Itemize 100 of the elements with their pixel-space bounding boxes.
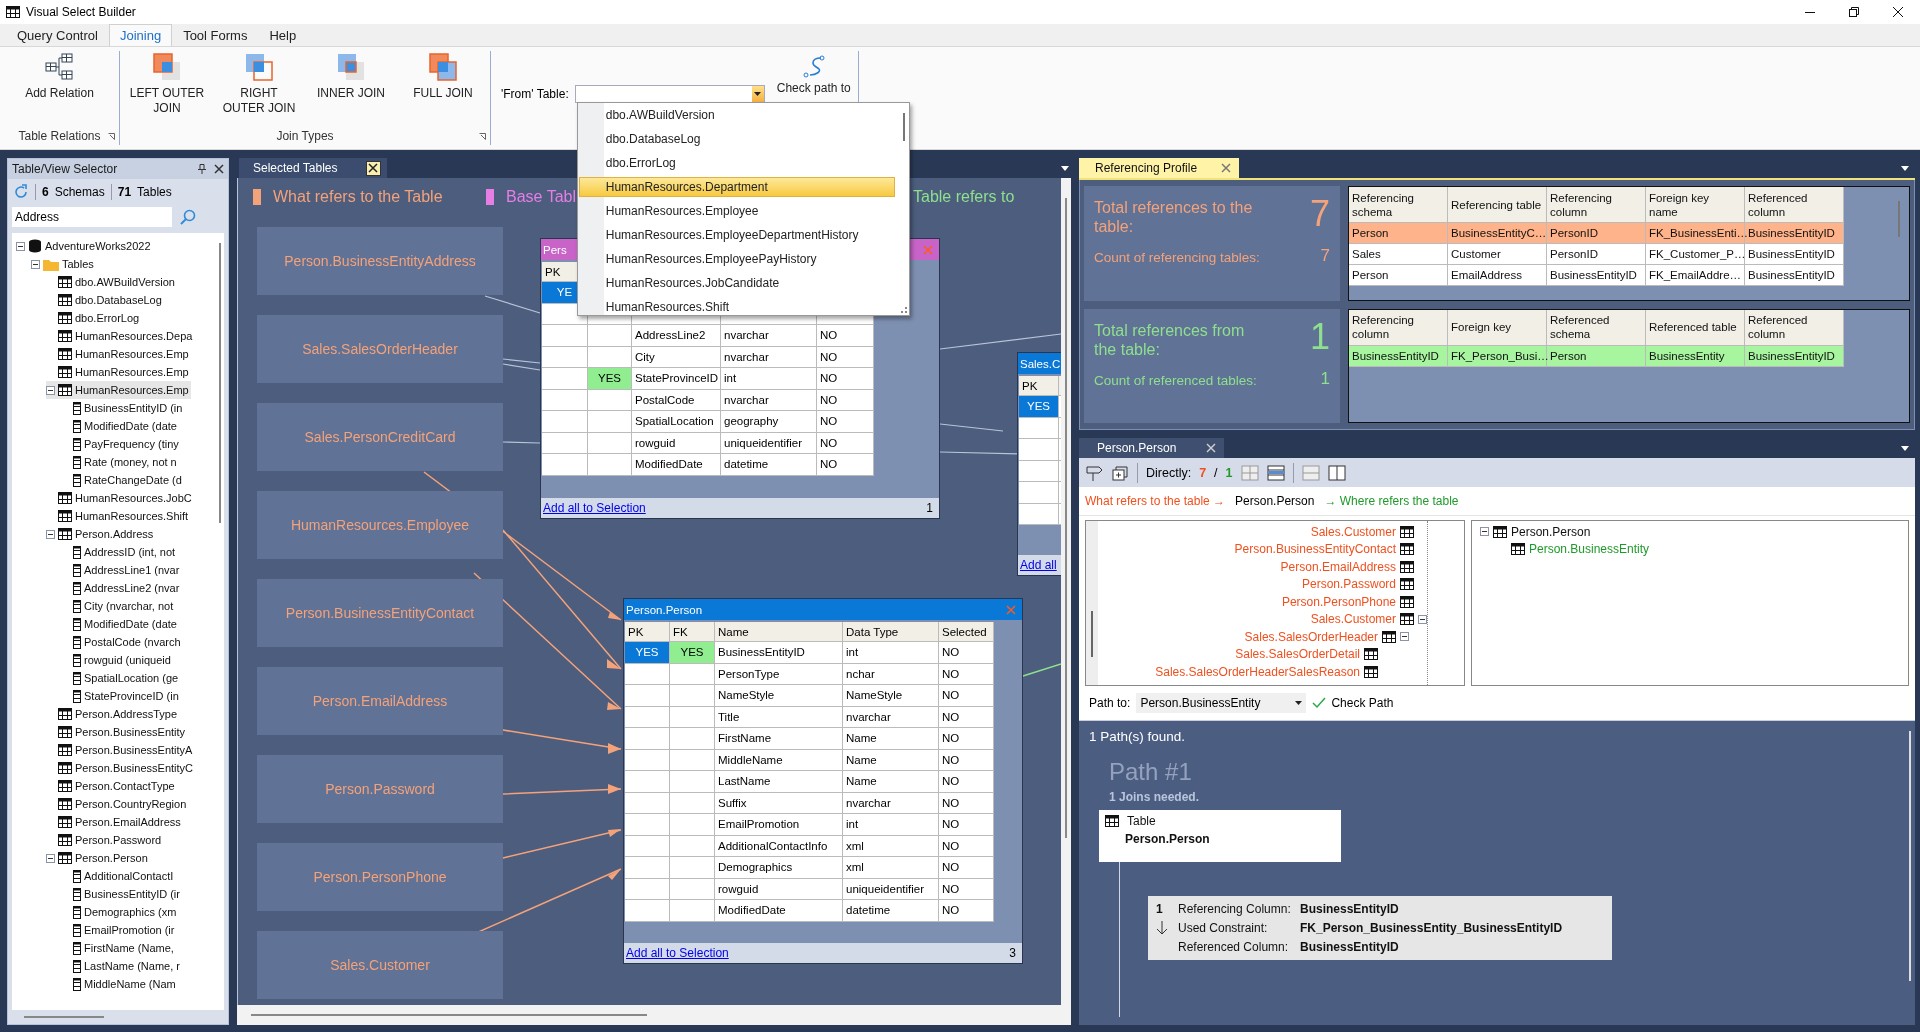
tree-item[interactable]: Person.ContactType <box>46 777 177 795</box>
ribbon-button[interactable]: INNER JOIN <box>311 51 391 127</box>
ribbon-button[interactable]: Add Relation <box>19 51 100 127</box>
tree-item[interactable]: Person.Password <box>46 831 164 849</box>
tree-item[interactable]: HumanResources.Shift <box>46 507 191 525</box>
refresh-icon[interactable] <box>13 184 29 200</box>
tree-item[interactable]: RateChangeDate (d <box>61 471 184 489</box>
tree-item[interactable]: Person.BusinessEntity <box>46 723 188 741</box>
document-tab[interactable]: Selected Tables <box>239 158 387 178</box>
tree-item[interactable]: Person.AddressType <box>46 705 180 723</box>
collapse-icon[interactable] <box>16 241 25 251</box>
caret-icon[interactable] <box>1295 701 1303 705</box>
tree-item[interactable]: AdditionalContactI <box>61 867 176 885</box>
tree-item[interactable]: MiddleName (Nam <box>61 975 178 993</box>
copy-icon[interactable] <box>1111 464 1129 481</box>
scroll-thumb[interactable] <box>1065 198 1067 838</box>
document-tab[interactable]: Referencing Profile <box>1079 158 1240 178</box>
tree-item[interactable]: AdventureWorks2022 <box>16 237 153 255</box>
tree-item[interactable]: Person.Person <box>1480 523 1900 541</box>
restore-icon[interactable] <box>1849 7 1859 17</box>
tree-item[interactable]: PostalCode (nvarch <box>61 633 183 651</box>
collapse-icon[interactable] <box>46 529 55 539</box>
tree-item[interactable]: Person.BusinessEntityC <box>46 759 195 777</box>
dropdown-item[interactable]: dbo.AWBuildVersion <box>578 105 895 125</box>
collapse-icon[interactable] <box>31 259 40 269</box>
check-path-button[interactable]: Check Path <box>1312 696 1394 710</box>
tree-item[interactable]: Person.Address <box>46 525 156 543</box>
search-field[interactable]: Address <box>12 207 172 227</box>
tree-item[interactable]: Tables <box>31 255 96 273</box>
search-icon[interactable] <box>180 209 196 225</box>
tree-item[interactable]: Person.BusinessEntityA <box>46 741 195 759</box>
tree-item[interactable]: HumanResources.Depa <box>46 327 195 345</box>
tree-item[interactable]: Person.Password <box>1301 575 1427 593</box>
tree-item[interactable]: FirstName (Name, <box>61 939 176 957</box>
add-all-link[interactable]: Add all to Selection <box>543 501 646 515</box>
tree-item[interactable]: AddressLine1 (nvar <box>61 561 182 579</box>
collapse-icon[interactable] <box>46 853 55 863</box>
document-tab[interactable]: Person.Person <box>1079 438 1225 458</box>
tree-item[interactable]: dbo.AWBuildVersion <box>46 273 177 291</box>
dropdown-item[interactable]: HumanResources.Department <box>578 177 895 197</box>
ribbon-button[interactable]: LEFT OUTER JOIN <box>127 51 207 127</box>
tree-item[interactable]: Demographics (xm <box>61 903 179 921</box>
tree-item[interactable]: SpatialLocation (ge <box>61 669 181 687</box>
scroll-thumb[interactable] <box>1909 731 1911 981</box>
ribbon-button[interactable]: RIGHT OUTER JOIN <box>219 51 299 127</box>
close-icon[interactable] <box>1893 7 1903 17</box>
tree-item[interactable]: ModifiedDate (date <box>61 417 179 435</box>
dropdown-item[interactable]: HumanResources.EmployeeDepartmentHistory <box>578 225 895 245</box>
signpost-icon[interactable] <box>1085 464 1103 481</box>
dropdown-item[interactable]: HumanResources.Employee <box>578 201 895 221</box>
tree-item[interactable]: Person.EmailAddress <box>46 813 183 831</box>
menu-caret-icon[interactable] <box>1901 166 1909 171</box>
tree-item[interactable]: Rate (money, not n <box>61 453 179 471</box>
tree-item[interactable]: StateProvinceID (in <box>61 687 181 705</box>
collapse-icon[interactable] <box>1418 614 1427 624</box>
menu-tab[interactable]: Help <box>258 24 308 46</box>
close-icon[interactable] <box>368 163 378 173</box>
tree-item[interactable]: AddressID (int, not <box>61 543 178 561</box>
launcher-icon[interactable] <box>108 132 115 140</box>
menu-caret-icon[interactable] <box>1061 166 1069 171</box>
ribbon-button[interactable]: FULL JOIN <box>403 51 483 127</box>
check-path-button[interactable]: Check path to <box>776 55 851 95</box>
launcher-icon[interactable] <box>479 132 486 140</box>
collapse-icon[interactable] <box>1400 632 1409 642</box>
tree-item[interactable]: LastName (Name, r <box>61 957 182 975</box>
tree-item[interactable]: City (nvarchar, not <box>61 597 176 615</box>
scroll-thumb[interactable] <box>1091 611 1093 657</box>
tree-item[interactable]: Person.PersonPhone <box>1281 593 1427 611</box>
add-all-link[interactable]: Add all to Selection <box>626 946 729 960</box>
tree-item[interactable]: rowguid (uniqueid <box>61 651 173 669</box>
split-columns-icon[interactable] <box>1327 464 1346 481</box>
tree-item[interactable]: PayFrequency (tiny <box>61 435 181 453</box>
menu-tab[interactable]: Tool Forms <box>172 24 259 46</box>
tree-item[interactable]: Sales.SalesOrderHeaderSalesReason <box>1155 663 1391 681</box>
path-to-combo[interactable]: Person.BusinessEntity <box>1136 693 1307 713</box>
tree-item[interactable]: HumanResources.Emp <box>46 345 191 363</box>
menu-tab[interactable]: Joining <box>108 24 173 46</box>
scroll-thumb[interactable] <box>1898 201 1900 237</box>
tree-item[interactable]: Person.CountryRegion <box>46 795 189 813</box>
close-icon[interactable] <box>214 164 224 174</box>
dropdown-item[interactable]: dbo.ErrorLog <box>578 153 895 173</box>
pin-icon[interactable] <box>198 164 206 174</box>
tree-item[interactable]: Sales.SalesOrderHeader <box>1244 628 1409 646</box>
tree-item[interactable]: Person.Person <box>46 849 150 867</box>
tree-item[interactable]: HumanResources.JobC <box>46 489 194 507</box>
tree-item[interactable]: Person.BusinessEntity <box>1498 540 1900 558</box>
tree-item[interactable]: HumanResources.Emp <box>46 363 191 381</box>
scroll-thumb[interactable] <box>251 1014 647 1016</box>
tree-item[interactable]: Person.EmailAddress <box>1280 558 1427 576</box>
tree-item[interactable]: BusinessEntityID (in <box>61 399 185 417</box>
tree-item[interactable]: dbo.ErrorLog <box>46 309 142 327</box>
scroll-thumb[interactable] <box>219 243 221 523</box>
menu-caret-icon[interactable] <box>1901 446 1909 451</box>
layout-icon[interactable] <box>1266 464 1285 481</box>
tree-item[interactable]: Person.BusinessEntityContact <box>1234 540 1427 558</box>
collapse-icon[interactable] <box>1480 527 1489 537</box>
tree-item[interactable]: Sales.SalesOrderDetail <box>1235 645 1391 663</box>
tree-item[interactable]: ModifiedDate (date <box>61 615 179 633</box>
scroll-thumb[interactable] <box>902 113 905 141</box>
collapse-icon[interactable] <box>46 385 55 395</box>
